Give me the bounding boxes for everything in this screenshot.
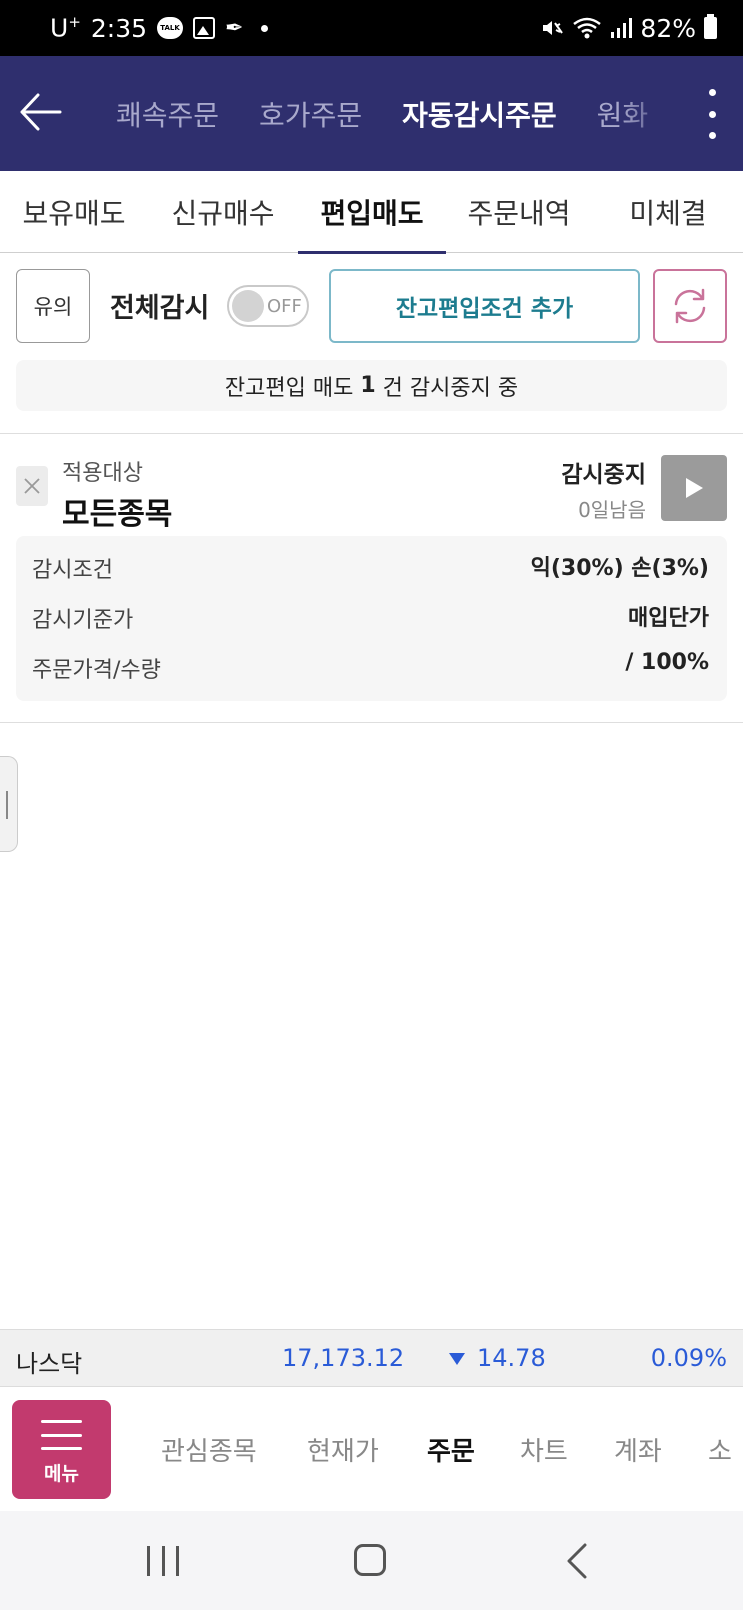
toggle-state: OFF (267, 296, 302, 317)
bottom-item-watchlist[interactable]: 관심종목 (161, 1387, 257, 1511)
summary-prefix: 잔고편입 매도 (224, 375, 361, 401)
bottom-item-chart[interactable]: 차트 (520, 1387, 568, 1511)
side-drawer-handle[interactable] (0, 756, 18, 852)
nav-back-icon[interactable] (565, 1543, 589, 1579)
monitor-status: 감시중지 (561, 462, 646, 488)
mute-icon (543, 21, 564, 35)
tab-unfilled[interactable]: 미체결 (606, 171, 730, 253)
ticker-name: 나스닥 (16, 1350, 83, 1378)
gallery-icon (193, 17, 216, 39)
hamburger-icon (41, 1420, 82, 1450)
header-tab-quote-order[interactable]: 호가주문 (259, 94, 362, 134)
bottom-item-order[interactable]: 주문 (427, 1387, 475, 1511)
section-divider (0, 722, 743, 723)
bottom-item-account[interactable]: 계좌 (614, 1387, 662, 1511)
tab-inclusion-sell[interactable]: 편입매도 (298, 171, 446, 254)
detail-label: 감시조건 (32, 558, 113, 583)
carrier-label: U+ (50, 13, 81, 43)
tab-holding-sell[interactable]: 보유매도 (12, 171, 136, 253)
detail-label: 주문가격/수량 (32, 658, 161, 683)
bottom-item-more[interactable]: 소 (708, 1387, 732, 1511)
delete-condition-button[interactable] (16, 466, 48, 506)
summary-count: 1 (360, 373, 376, 398)
caution-button[interactable]: 유의 (16, 269, 90, 343)
refresh-icon (674, 288, 706, 324)
more-dot-icon (708, 110, 716, 118)
target-label: 적용대상 (62, 461, 143, 486)
monitoring-summary: 잔고편입 매도 1 건 감시중지 중 (16, 360, 727, 411)
header-tab-auto-monitor-order[interactable]: 자동감시주문 (402, 94, 557, 134)
bottom-item-current-price[interactable]: 현재가 (307, 1387, 379, 1511)
detail-label: 감시기준가 (32, 608, 134, 633)
ticker-change: 14.78 (477, 1344, 546, 1372)
ticker-rate: 0.09% (650, 1344, 727, 1372)
detail-value: / 100% (625, 650, 709, 675)
home-icon[interactable] (354, 1544, 386, 1576)
detail-row: 감시기준가 매입단가 (16, 596, 727, 636)
header-tab-quick-order[interactable]: 쾌속주문 (116, 94, 219, 134)
header-fade (620, 56, 676, 171)
battery-icon (704, 14, 717, 39)
menu-label: 메뉴 (44, 1463, 79, 1485)
wifi-icon (573, 17, 602, 39)
header-tabs: 쾌속주문 호가주문 자동감시주문 원화 (116, 56, 676, 171)
more-options-button[interactable] (700, 89, 724, 139)
ticker-price: 17,173.12 (282, 1344, 405, 1372)
tab-order-history[interactable]: 주문내역 (457, 171, 581, 253)
back-arrow-icon[interactable] (18, 89, 64, 135)
play-icon (686, 478, 703, 498)
recents-icon[interactable] (147, 1546, 179, 1576)
status-bar: U+ 2:35 TALK ✒ 82% (0, 0, 743, 56)
summary-suffix: 건 감시중지 중 (375, 375, 519, 401)
add-balance-condition-button[interactable]: 잔고편입조건 추가 (329, 269, 640, 343)
tab-new-buy[interactable]: 신규매수 (161, 171, 285, 253)
down-arrow-icon (449, 1353, 465, 1365)
kakaotalk-icon: TALK (157, 17, 184, 39)
target-value: 모든종목 (62, 497, 173, 532)
index-ticker[interactable]: 나스닥 17,173.12 14.78 0.09% (0, 1329, 743, 1387)
section-divider (0, 433, 743, 434)
toggle-knob (232, 290, 264, 322)
signal-icon (611, 18, 633, 38)
bottom-menu: 메뉴 관심종목 현재가 주문 차트 계좌 소 (0, 1387, 743, 1511)
condition-details: 감시조건 익(30%) 손(3%) 감시기준가 매입단가 주문가격/수량 / 1… (16, 536, 727, 701)
start-monitor-button[interactable] (661, 455, 727, 521)
close-icon (24, 478, 40, 494)
detail-row: 주문가격/수량 / 100% (16, 646, 727, 686)
all-monitor-label: 전체감시 (110, 293, 210, 324)
menu-button[interactable]: 메뉴 (12, 1400, 111, 1499)
days-remaining: 0일남음 (578, 498, 646, 522)
sub-tabs: 보유매도 신규매수 편입매도 주문내역 미체결 (0, 171, 743, 254)
notification-dot-icon (261, 24, 269, 32)
refresh-button[interactable] (653, 269, 727, 343)
system-nav-bar (0, 1511, 743, 1610)
battery-percent: 82% (640, 13, 696, 43)
all-monitor-toggle[interactable]: OFF (227, 285, 309, 327)
more-dot-icon (708, 89, 716, 96)
more-dot-icon (708, 132, 716, 139)
app-header: 쾌속주문 호가주문 자동감시주문 원화 (0, 56, 743, 171)
quill-icon: ✒ (225, 15, 244, 41)
detail-value: 매입단가 (628, 606, 709, 631)
detail-value: 익(30%) 손(3%) (530, 556, 709, 581)
detail-row: 감시조건 익(30%) 손(3%) (16, 546, 727, 586)
status-time: 2:35 (90, 13, 148, 43)
